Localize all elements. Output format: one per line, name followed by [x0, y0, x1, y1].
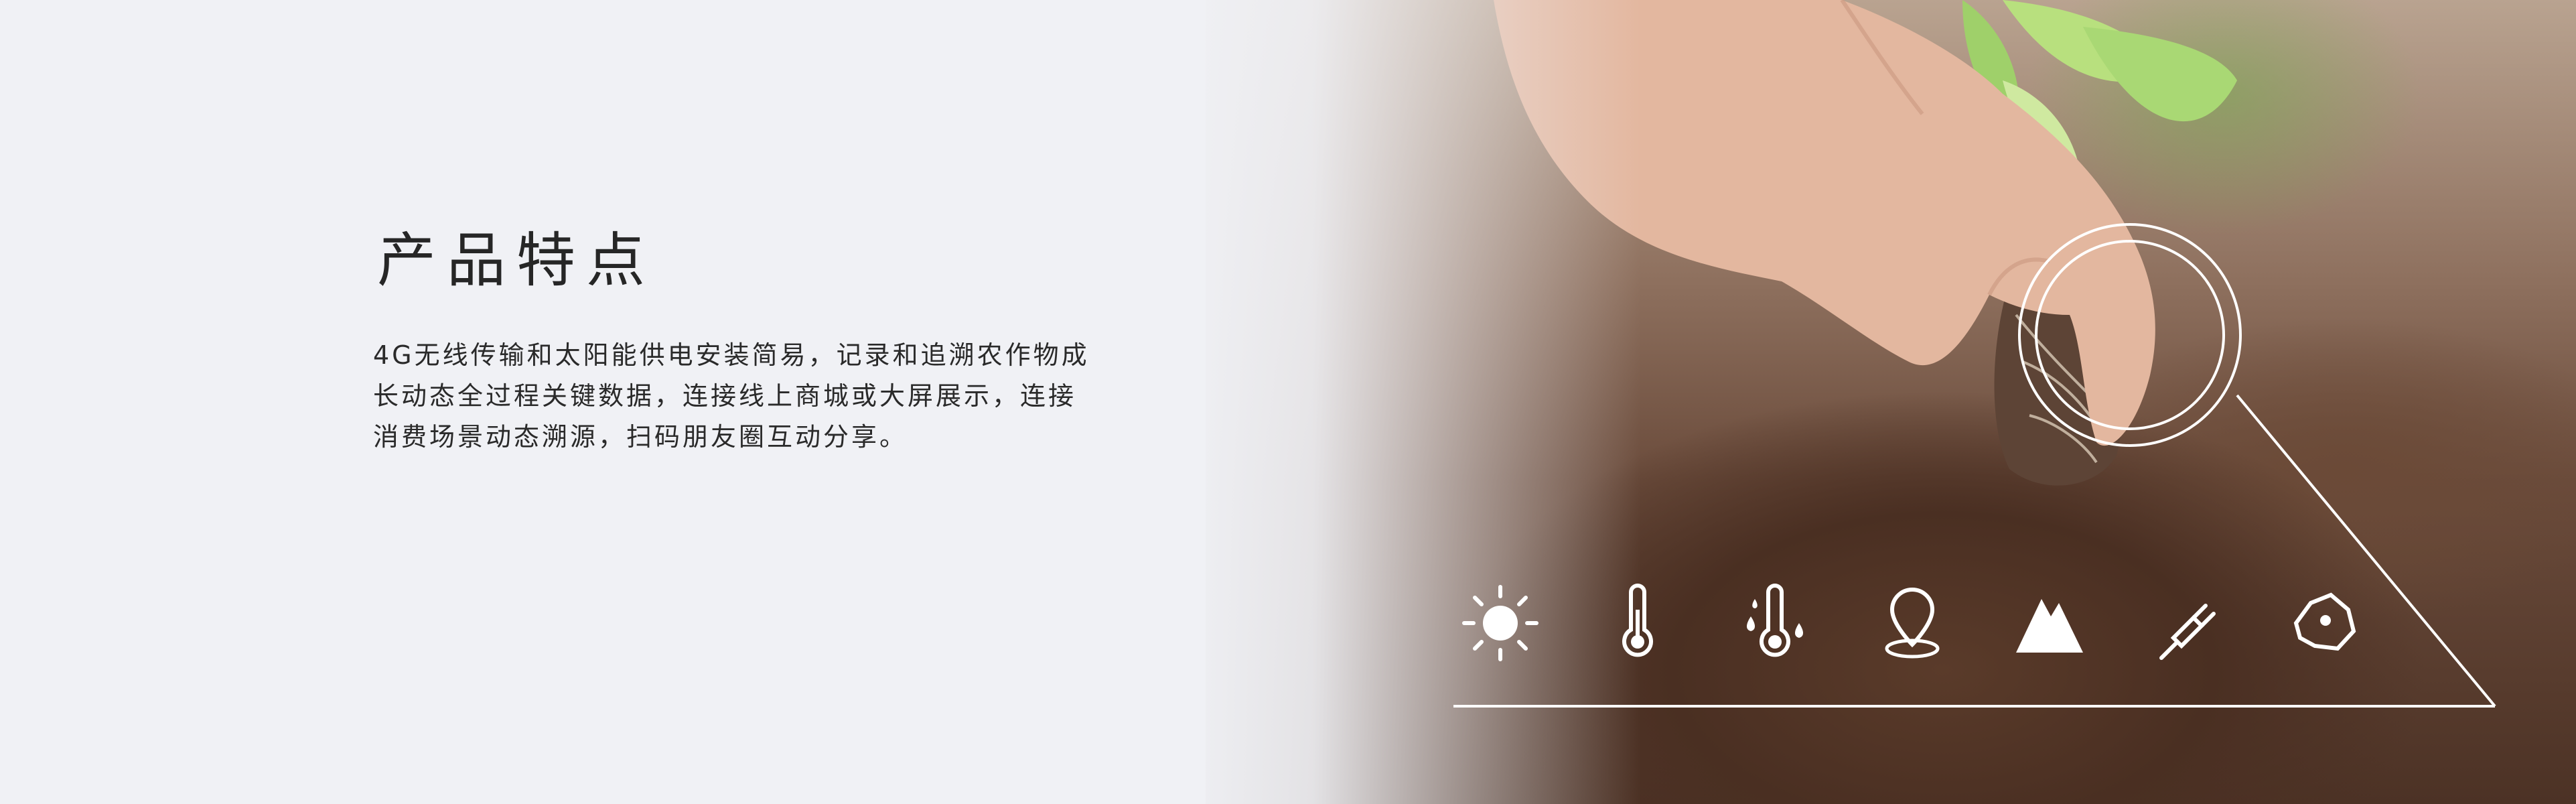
thermometer-icon	[1622, 584, 1653, 657]
product-features-banner: 产品特点 4G无线传输和太阳能供电安装简易，记录和追溯农作物成 长动态全过程关键…	[0, 0, 2576, 804]
location-pin-icon	[1885, 587, 1940, 659]
description-line: 长动态全过程关键数据，连接线上商城或大屏展示，连接	[373, 381, 1077, 411]
feature-icon-row	[1460, 583, 2532, 677]
sun-icon	[1462, 585, 1539, 661]
map-region-icon	[2293, 592, 2356, 651]
page-title: 产品特点	[377, 226, 656, 295]
description-line: 4G无线传输和太阳能供电安装简易，记录和追溯农作物成	[373, 340, 1090, 370]
mountain-icon	[2016, 599, 2083, 653]
plug-icon	[2159, 604, 2216, 660]
humidity-thermometer-icon	[1747, 584, 1803, 657]
inner-focus-circle	[2035, 240, 2225, 430]
description-line: 消费场景动态溯源，扫码朋友圈互动分享。	[373, 422, 908, 452]
product-description: 4G无线传输和太阳能供电安装简易，记录和追溯农作物成 长动态全过程关键数据，连接…	[373, 335, 1177, 458]
icon-baseline	[1453, 705, 2495, 708]
outer-focus-circle	[2018, 223, 2242, 447]
